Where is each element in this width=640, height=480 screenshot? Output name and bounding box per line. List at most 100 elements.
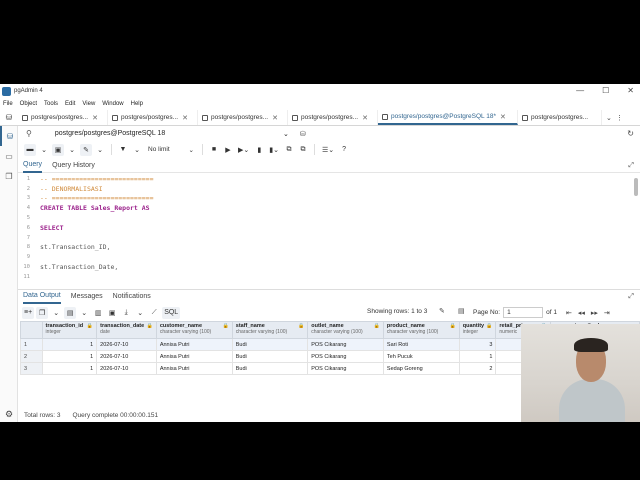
page-input[interactable]: 1 bbox=[503, 307, 544, 318]
sql-editor[interactable]: 1 -- ========================== 2 -- DENORM… bbox=[18, 174, 640, 286]
close-tab-icon[interactable]: ✕ bbox=[500, 113, 506, 121]
column-header[interactable]: 🔒 outlet_name character varying (100) bbox=[307, 321, 384, 339]
help-icon[interactable]: ? bbox=[338, 144, 350, 156]
table-cell[interactable]: Budi bbox=[231, 362, 309, 375]
chevron-down-icon[interactable]: ⌄ bbox=[131, 144, 143, 156]
row-number[interactable]: 3 bbox=[20, 362, 43, 375]
tab-query-3[interactable]: postgres/postgres... ✕ bbox=[198, 110, 288, 125]
copy-icon[interactable]: ❐ bbox=[36, 306, 49, 319]
refresh-icon[interactable]: ↻ bbox=[627, 129, 634, 138]
table-cell[interactable]: POS Cikarang bbox=[307, 350, 384, 363]
tab-query-active[interactable]: postgres/postgres@PostgreSQL 18* ✕ bbox=[378, 110, 518, 125]
sql-icon[interactable]: SQL bbox=[162, 306, 181, 319]
expand-icon[interactable]: ⤢ bbox=[628, 162, 634, 170]
chevron-down-icon[interactable]: ⌄ bbox=[94, 144, 106, 156]
close-tab-icon[interactable]: ✕ bbox=[362, 114, 368, 122]
menu-tools[interactable]: Tools bbox=[44, 101, 58, 107]
explain-analyze-icon[interactable]: ▮⌄ bbox=[267, 144, 281, 156]
row-number[interactable]: 1 bbox=[20, 338, 43, 351]
table-cell[interactable]: 1 bbox=[458, 350, 497, 363]
download-icon[interactable]: ⤓ bbox=[120, 307, 132, 319]
table-cell[interactable]: Sari Roti bbox=[382, 338, 460, 351]
save-file-icon[interactable]: ▣ bbox=[52, 143, 64, 156]
tab-query-6[interactable]: postgres/postgres... bbox=[518, 110, 602, 125]
paste-icon[interactable]: ▤ bbox=[64, 306, 77, 319]
tab-query[interactable]: Query bbox=[23, 159, 43, 173]
first-page-icon[interactable]: ⇤ bbox=[566, 309, 572, 317]
menu-view[interactable]: View bbox=[82, 101, 95, 107]
close-tab-icon[interactable]: ✕ bbox=[182, 114, 188, 122]
menu-edit[interactable]: Edit bbox=[65, 101, 75, 107]
table-cell[interactable]: Annisa Putri bbox=[155, 350, 233, 363]
close-tab-icon[interactable]: ✕ bbox=[92, 114, 98, 122]
chevron-down-icon[interactable]: ⌄ bbox=[50, 307, 62, 319]
close-icon[interactable]: ✕ bbox=[627, 86, 634, 95]
column-header[interactable]: 🔒 transaction_id integer bbox=[41, 321, 98, 339]
editor-scrollbar[interactable] bbox=[634, 178, 638, 196]
table-cell[interactable]: 2026-07-10 bbox=[96, 362, 157, 375]
tab-query-history[interactable]: Query History bbox=[52, 162, 95, 169]
chevron-down-icon[interactable]: ⌄ bbox=[134, 307, 146, 319]
table-cell[interactable]: POS Cikarang bbox=[307, 338, 384, 351]
column-header[interactable]: 🔒 product_name character varying (100) bbox=[382, 321, 460, 339]
table-cell[interactable]: Annisa Putri bbox=[155, 362, 233, 375]
table-cell[interactable]: 1 bbox=[41, 338, 98, 351]
table-cell[interactable]: 3 bbox=[458, 338, 497, 351]
tab-data-output[interactable]: Data Output bbox=[23, 290, 61, 304]
column-header[interactable]: 🔒 quantity integer bbox=[458, 321, 497, 339]
menu-file[interactable]: File bbox=[3, 101, 13, 107]
graph-icon[interactable]: ⟋ bbox=[148, 307, 160, 319]
columns-icon[interactable]: ▤ bbox=[458, 307, 465, 315]
table-cell[interactable]: POS Cikarang bbox=[307, 362, 384, 375]
new-connection-icon[interactable]: ⛁ bbox=[300, 130, 306, 138]
last-page-icon[interactable]: ⇥ bbox=[604, 309, 610, 317]
close-tab-icon[interactable]: ✕ bbox=[272, 114, 278, 122]
next-page-icon[interactable]: ▸▸ bbox=[591, 309, 598, 317]
copy-icon[interactable]: ❐ bbox=[0, 166, 18, 186]
maximize-icon[interactable]: ☐ bbox=[602, 86, 609, 95]
table-cell[interactable]: Budi bbox=[231, 350, 309, 363]
menu-window[interactable]: Window bbox=[102, 101, 123, 107]
filter-icon[interactable]: ▼ bbox=[117, 144, 129, 156]
table-cell[interactable]: 1 bbox=[41, 362, 98, 375]
execute-options-icon[interactable]: ▶⌄ bbox=[236, 144, 251, 156]
stop-icon[interactable]: ■ bbox=[208, 144, 220, 156]
table-cell[interactable]: Annisa Putri bbox=[155, 338, 233, 351]
gear-icon[interactable]: ⚙ bbox=[0, 409, 18, 420]
column-header[interactable]: 🔒 transaction_date date bbox=[96, 321, 157, 339]
column-header[interactable]: 🔒 customer_name character varying (100) bbox=[155, 321, 233, 339]
chevron-down-icon[interactable]: ⌄ bbox=[78, 307, 90, 319]
save-data-icon[interactable]: ▣ bbox=[106, 307, 118, 319]
table-cell[interactable]: Budi bbox=[231, 338, 309, 351]
tab-query-1[interactable]: postgres/postgres... ✕ bbox=[18, 110, 108, 125]
table-cell[interactable]: 2026-07-10 bbox=[96, 350, 157, 363]
tab-query-2[interactable]: postgres/postgres... ✕ bbox=[108, 110, 198, 125]
tab-query-4[interactable]: postgres/postgres... ✕ bbox=[288, 110, 378, 125]
delete-icon[interactable]: ▥ bbox=[92, 307, 104, 319]
execute-icon[interactable]: ▶ bbox=[222, 144, 234, 156]
add-row-icon[interactable]: ≡+ bbox=[22, 306, 35, 319]
macros-icon[interactable]: ☰⌄ bbox=[320, 144, 336, 156]
tab-notifications[interactable]: Notifications bbox=[113, 293, 151, 300]
commit-icon[interactable]: ⧉ bbox=[283, 144, 295, 156]
edit-icon[interactable]: ✎ bbox=[439, 307, 445, 315]
table-cell[interactable]: 1 bbox=[41, 350, 98, 363]
minimize-icon[interactable]: — bbox=[576, 86, 584, 95]
chevron-down-icon[interactable]: ⌄ bbox=[38, 144, 50, 156]
table-cell[interactable]: Sedap Goreng bbox=[382, 362, 460, 375]
terminal-icon[interactable]: ▭ bbox=[0, 146, 18, 166]
edit-icon[interactable]: ✎ bbox=[80, 143, 92, 156]
prev-page-icon[interactable]: ◂◂ bbox=[578, 309, 585, 317]
menu-help[interactable]: Help bbox=[131, 101, 143, 107]
menu-object[interactable]: Object bbox=[20, 101, 37, 107]
chevron-down-icon[interactable]: ⌄ bbox=[66, 144, 78, 156]
chevron-down-icon[interactable]: ⌄ bbox=[606, 114, 612, 122]
table-cell[interactable]: 2 bbox=[458, 362, 497, 375]
explain-icon[interactable]: ▮ bbox=[253, 144, 265, 156]
table-cell[interactable]: 2026-07-10 bbox=[96, 338, 157, 351]
rollback-icon[interactable]: ⧉ bbox=[297, 144, 309, 156]
more-vertical-icon[interactable]: ⋮ bbox=[616, 114, 623, 122]
connection-select[interactable]: postgres/postgres@PostgreSQL 18 ⌄ bbox=[52, 128, 292, 139]
table-cell[interactable]: Teh Pucuk bbox=[382, 350, 460, 363]
open-file-icon[interactable]: ▬ bbox=[24, 143, 36, 156]
